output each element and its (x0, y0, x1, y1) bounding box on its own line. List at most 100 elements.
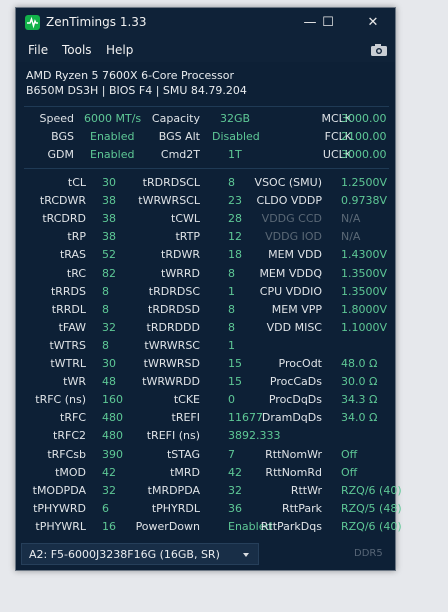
timing-value: Off (341, 466, 358, 479)
timing-label: tPHYWRL (35, 520, 86, 533)
timing-label: tWTRL (50, 357, 86, 370)
maximize-button[interactable]: ☐ (316, 13, 340, 33)
zentimings-window: ZenTimings 1.33 — ☐ ✕ File Tools Help AM… (15, 7, 402, 571)
timing-label: VSOC (SMU) (254, 176, 322, 189)
cpu-name: AMD Ryzen 5 7600X 6-Core Processor (26, 69, 234, 82)
timing-label: tREFI (171, 411, 200, 424)
menu-tools[interactable]: Tools (62, 43, 92, 57)
timing-label: tWRWRSD (143, 357, 200, 370)
timing-value: 30 (102, 176, 116, 189)
bgs-alt-label: BGS Alt (158, 130, 200, 143)
dimm-select[interactable]: A2: F5-6000J3238F16G (16GB, SR) (21, 543, 259, 565)
timing-label: tCWL (171, 212, 200, 225)
timing-value: 8 (228, 303, 235, 316)
timing-label: MEM VDD (268, 248, 322, 261)
timing-label: ProcCaDs (269, 375, 322, 388)
timing-value: 34.0 Ω (341, 411, 378, 424)
memory-type-label: DDR5 (354, 548, 383, 559)
timing-label: RttNomWr (265, 448, 322, 461)
timing-label: DramDqDs (261, 411, 322, 424)
timing-value: 36 (228, 502, 242, 515)
bgs-alt-value: Disabled (212, 130, 260, 143)
speed-value: 6000 MT/s (84, 112, 142, 125)
timing-value: 8 (228, 267, 235, 280)
timing-value: 48.0 Ω (341, 357, 378, 370)
timing-label: tRDRDSCL (142, 176, 200, 189)
timing-value: 8 (102, 339, 109, 352)
timing-label: tRFC (60, 411, 86, 424)
capacity-label: Capacity (151, 112, 200, 125)
timing-label: tRCDWR (39, 194, 86, 207)
gdm-value: Enabled (90, 148, 135, 161)
timing-label: tPHYRDL (151, 502, 200, 515)
timing-label: ProcOdt (278, 357, 322, 370)
close-button[interactable]: ✕ (361, 13, 385, 33)
timing-label: tRC (66, 267, 86, 280)
timing-label: tRRDS (50, 285, 86, 298)
timing-label: tRCDRD (42, 212, 86, 225)
timing-label: RttNomRd (265, 466, 322, 479)
timing-value: 1.8000V (341, 303, 388, 316)
timing-label: tWTRS (49, 339, 86, 352)
timing-label: tMODPDA (32, 484, 86, 497)
timing-value: 18 (228, 248, 242, 261)
divider (24, 168, 389, 169)
timing-label: tMRDPDA (147, 484, 200, 497)
timing-label: tFAW (58, 321, 86, 334)
timing-value: 15 (228, 357, 242, 370)
menu-file[interactable]: File (28, 43, 48, 57)
timing-label: tRDRDSD (148, 303, 200, 316)
dimm-selected-value: A2: F5-6000J3238F16G (16GB, SR) (29, 548, 220, 561)
timing-value: 28 (228, 212, 242, 225)
timing-value: 6 (102, 502, 109, 515)
gdm-label: GDM (47, 148, 75, 161)
timing-label: tRRDL (51, 303, 86, 316)
timing-value: 42 (102, 466, 116, 479)
timing-label: MEM VDDQ (259, 267, 322, 280)
camera-icon[interactable] (370, 42, 388, 58)
timing-value: 34.3 Ω (341, 393, 378, 406)
timing-value: 32 (102, 484, 116, 497)
timing-value: 32 (102, 321, 116, 334)
timing-label: tRTP (175, 230, 200, 243)
timing-value: 48 (102, 375, 116, 388)
timing-value: 12 (228, 230, 242, 243)
timing-value: 390 (102, 448, 123, 461)
menu-bar: File Tools Help (16, 38, 395, 62)
timing-value: 38 (102, 194, 116, 207)
timing-label: tPHYWRD (33, 502, 86, 515)
timing-label: RttWr (290, 484, 322, 497)
title-bar[interactable]: ZenTimings 1.33 — ☐ ✕ (16, 8, 395, 38)
timing-label: tRP (67, 230, 86, 243)
timing-label: tRFC2 (53, 429, 86, 442)
menu-help[interactable]: Help (106, 43, 133, 57)
timing-value: 8 (102, 285, 109, 298)
timing-value: 8 (228, 321, 235, 334)
timing-value: 1.3500V (341, 267, 388, 280)
timing-label: tMRD (170, 466, 200, 479)
timing-value: 7 (228, 448, 235, 461)
timing-value: Off (341, 448, 358, 461)
timing-label: tRAS (59, 248, 86, 261)
uclk-value: 3000.00 (341, 148, 387, 161)
timing-label: tREFI (ns) (146, 429, 200, 442)
timing-label: ProcDqDs (268, 393, 322, 406)
timing-label: tRFC (ns) (35, 393, 86, 406)
timing-label: tWR (63, 375, 86, 388)
timing-value: 3892.333 (228, 429, 281, 442)
timing-value: 38 (102, 212, 116, 225)
timing-value: 0.9738V (341, 194, 388, 207)
timing-value: 15 (228, 375, 242, 388)
timing-value: RZQ/5 (48) (341, 502, 402, 515)
chevron-down-icon (243, 553, 249, 557)
timing-value: 38 (102, 230, 116, 243)
timing-value: 30 (102, 357, 116, 370)
timing-label: tWRWRDD (142, 375, 200, 388)
timing-label: tWRRD (161, 267, 200, 280)
timing-value: 11677 (228, 411, 263, 424)
timing-value: 160 (102, 393, 123, 406)
zentimings-app-icon (25, 15, 40, 30)
timing-value: 32 (228, 484, 242, 497)
timing-value: 1.1000V (341, 321, 388, 334)
timing-value: 82 (102, 267, 116, 280)
